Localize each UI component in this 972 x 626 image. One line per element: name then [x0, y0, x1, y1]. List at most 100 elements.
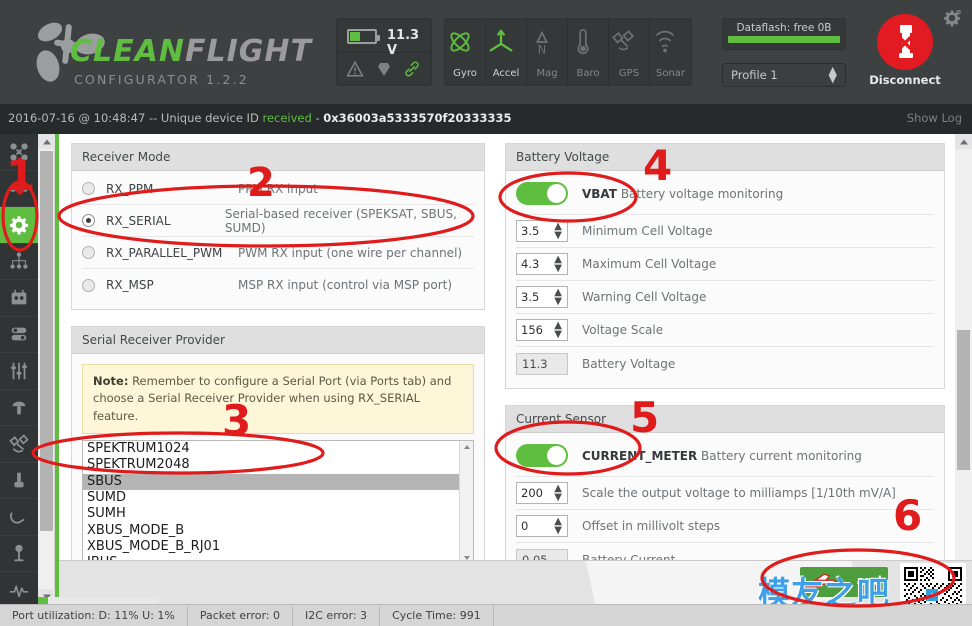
warning-cell-voltage-input[interactable]: 3.5 ▲ ▼	[516, 286, 568, 308]
serial-provider-listbox[interactable]: SPEKTRUM1024 SPEKTRUM2048 SBUS SUMD SUMH…	[82, 439, 474, 566]
note-label: Note:	[93, 374, 129, 388]
log-bar: 2016-07-16 @ 10:48:47 -- Unique device I…	[0, 104, 972, 134]
satellite-dish-icon	[9, 434, 29, 453]
radio-description: MSP RX input (control via MSP port)	[238, 278, 453, 292]
configuration-content: Receiver Mode RX_PPM PPM RX input RX_SER…	[59, 134, 955, 604]
field-label: Scale the output voltage to milliamps [1…	[582, 486, 896, 500]
receiver-mode-option[interactable]: RX_SERIAL Serial-based receiver (SPEKSAT…	[82, 205, 474, 237]
list-item[interactable]: XBUS_MODE_B	[83, 523, 459, 539]
joystick-icon	[10, 512, 25, 524]
vbat-toggle[interactable]	[516, 182, 568, 205]
list-item[interactable]: SUMH	[83, 506, 459, 522]
listbox-scroll-up[interactable]	[460, 441, 473, 454]
page-scrollbar[interactable]	[38, 134, 55, 604]
sidebar-item-servos[interactable]	[0, 390, 38, 426]
current-meter-toggle[interactable]	[516, 444, 568, 467]
brand-secondary: FLIGHT	[184, 34, 312, 69]
sidebar-item-setup[interactable]	[0, 134, 38, 171]
current-meter-desc: Battery current monitoring	[701, 448, 862, 463]
list-item-selected[interactable]: SBUS	[83, 473, 459, 490]
radio-rx-serial[interactable]	[82, 214, 95, 227]
spinner-arrows-icon[interactable]: ▲ ▼	[554, 321, 562, 340]
serial-receiver-provider-body: Note: Remember to configure a Serial Por…	[72, 354, 484, 574]
sidebar-item-receiver[interactable]	[0, 280, 38, 317]
sidebar-item-sensors[interactable]	[0, 536, 38, 572]
max-cell-voltage-row: 4.3 ▲ ▼ Maximum Cell Voltage	[516, 248, 934, 281]
svg-text:N: N	[538, 43, 546, 56]
status-i2c-error: I2C error: 3	[293, 605, 381, 626]
receiver-mode-option[interactable]: RX_PPM PPM RX input	[82, 173, 474, 205]
sidebar-item-motors[interactable]	[0, 463, 38, 499]
sidebar-item-osd[interactable]	[0, 499, 38, 536]
sliders-icon	[11, 362, 27, 379]
window-scrollbar[interactable]	[955, 134, 972, 604]
field-label: Voltage Scale	[582, 323, 664, 337]
current-meter-toggle-row[interactable]: CURRENT_METER Battery current monitoring	[516, 435, 934, 477]
spinner-arrows-icon[interactable]: ▲ ▼	[554, 517, 562, 536]
input-value: 4.3	[521, 257, 540, 271]
pin-icon	[14, 545, 24, 562]
radio-description: PPM RX input	[238, 181, 318, 196]
serial-receiver-note: Note: Remember to configure a Serial Por…	[82, 364, 474, 434]
link-icon	[405, 61, 419, 77]
sensor-mag: N Mag	[527, 19, 568, 85]
sidebar-item-gps[interactable]	[0, 426, 38, 463]
current-offset-input[interactable]: 0 ▲ ▼	[516, 515, 568, 537]
radio-rx-ppm[interactable]	[82, 182, 95, 195]
listbox-scrollbar[interactable]	[459, 440, 473, 565]
field-label: Warning Cell Voltage	[582, 290, 707, 304]
sidebar-item-pid-tuning[interactable]	[0, 244, 38, 280]
radio-label: RX_PARALLEL_PWM	[106, 245, 223, 260]
scrollbar-thumb[interactable]	[40, 151, 53, 531]
spinner-arrows-icon[interactable]: ▲ ▼	[554, 288, 562, 307]
serial-receiver-provider-title: Serial Receiver Provider	[72, 327, 484, 354]
sensor-accel: Accel	[486, 19, 527, 85]
max-cell-voltage-input[interactable]: 4.3 ▲ ▼	[516, 253, 568, 275]
battery-voltage-panel: Battery Voltage VBAT Battery voltage mon…	[505, 143, 945, 389]
receiver-mode-option[interactable]: RX_MSP MSP RX input (control via MSP por…	[82, 269, 474, 301]
sidebar-item-adjustments[interactable]	[0, 353, 38, 390]
radio-rx-parallel-pwm[interactable]	[82, 246, 95, 259]
window-scroll-up[interactable]	[955, 134, 972, 149]
current-sensor-panel: Current Sensor CURRENT_METER Battery cur…	[505, 405, 945, 585]
spinner-arrows-icon[interactable]: ▲ ▼	[554, 222, 562, 241]
disconnect-button[interactable]: Disconnect	[868, 14, 942, 94]
vbat-toggle-row[interactable]: VBAT Battery voltage monitoring	[516, 173, 934, 215]
voltage-scale-input[interactable]: 156 ▲ ▼	[516, 319, 568, 341]
sidebar-item-modes[interactable]	[0, 317, 38, 353]
receiver-mode-title: Receiver Mode	[72, 144, 484, 171]
profile-select[interactable]: Profile 1 ▲ ▼	[722, 63, 846, 87]
dataflash-label: Dataflash: free 0B	[736, 22, 832, 34]
list-item[interactable]: SUMD	[83, 490, 459, 506]
current-meter-name: CURRENT_METER	[582, 448, 698, 463]
show-log-link[interactable]: Show Log	[907, 111, 962, 125]
left-column: Receiver Mode RX_PPM PPM RX input RX_SER…	[71, 143, 485, 591]
sidebar-item-ports[interactable]	[0, 171, 38, 207]
scroll-up-arrow[interactable]	[38, 134, 55, 149]
radio-rx-msp[interactable]	[82, 278, 95, 292]
spinner-arrows-icon[interactable]: ▲ ▼	[554, 484, 562, 503]
list-item[interactable]: SPEKTRUM1024	[83, 441, 459, 457]
battery-voltage-readout-row: 11.3 Battery Voltage	[516, 347, 934, 380]
sensor-baro: Baro	[568, 19, 609, 85]
list-item[interactable]: XBUS_MODE_B_RJ01	[83, 539, 459, 555]
propeller-icon	[14, 472, 24, 488]
log-status: received	[262, 111, 312, 125]
radio-description: PWM RX input (one wire per channel)	[238, 245, 463, 260]
log-device-id: 0x36003a5333570f20333335	[323, 111, 512, 125]
gear-icon	[9, 216, 29, 235]
qr-code-icon	[904, 567, 962, 604]
window-scrollbar-thumb[interactable]	[957, 330, 970, 470]
gear-icon[interactable]	[942, 8, 962, 28]
min-cell-voltage-input[interactable]: 3.5 ▲ ▼	[516, 220, 568, 242]
sidebar-item-configuration[interactable]	[0, 207, 38, 244]
log-timestamp: 2016-07-16 @ 10:48:47 -- Unique device I…	[8, 111, 263, 125]
list-item[interactable]: SPEKTRUM2048	[83, 457, 459, 473]
current-scale-input[interactable]: 200 ▲ ▼	[516, 482, 568, 504]
vbat-toggle-label: VBAT Battery voltage monitoring	[582, 187, 783, 201]
field-label: Minimum Cell Voltage	[582, 224, 713, 238]
spinner-arrows-icon[interactable]: ▲ ▼	[554, 255, 562, 274]
faders-icon	[12, 401, 26, 415]
cleanflight-configurator-window: CLEANFLIGHT CONFIGURATOR 1.2.2 11.3 V Gy…	[0, 0, 972, 626]
receiver-mode-option[interactable]: RX_PARALLEL_PWM PWM RX input (one wire p…	[82, 237, 474, 269]
